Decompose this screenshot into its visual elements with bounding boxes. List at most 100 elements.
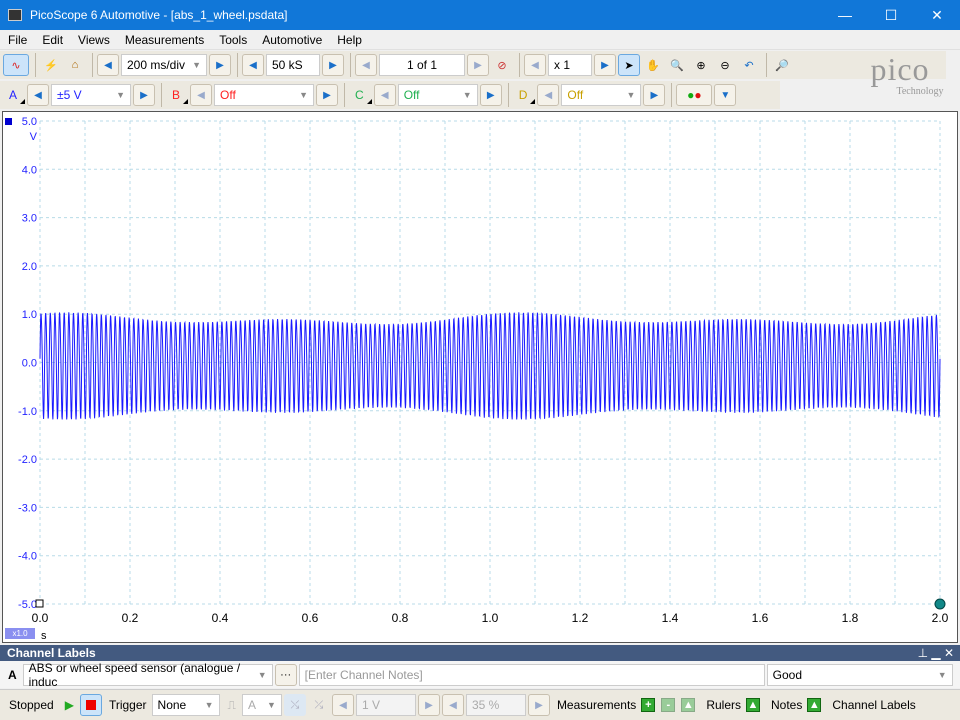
minimize-button[interactable]: — [822,0,868,30]
trigger-edge-icon[interactable]: ⎍ [228,698,236,713]
channel-notes-input[interactable]: [Enter Channel Notes] [298,663,765,686]
x-tick-label: 0.4 [212,611,229,625]
remove-measurement-button[interactable]: - [661,698,676,712]
channel-options-dropdown[interactable]: ▼ [714,84,737,106]
rulers-button[interactable]: ▲ [746,698,760,712]
samples-prev-button[interactable]: ◀ [242,54,264,76]
scope-mode-icon[interactable]: ∿ [3,54,29,76]
buffer-next-button[interactable]: ▶ [467,54,489,76]
channel-c-next-button[interactable]: ▶ [479,84,502,106]
zoom-next-button[interactable]: ▶ [594,54,616,76]
zoom-100-icon[interactable]: 🔎 [771,54,793,76]
channel-a-next-button[interactable]: ▶ [133,84,156,106]
menu-views[interactable]: Views [78,33,110,47]
threshold-next-button[interactable]: ▶ [417,694,440,716]
falling-edge-icon[interactable]: ⤰ [308,694,330,716]
timebase-next-button[interactable]: ▶ [209,54,231,76]
chevron-down-icon: ▼ [192,60,201,70]
close-button[interactable]: ✕ [914,0,960,30]
channel-b-prev-button[interactable]: ◀ [190,84,213,106]
channel-d-range-select[interactable]: Off ▼ [561,84,642,106]
quality-select[interactable]: Good ▼ [766,663,953,686]
channel-d-prev-button[interactable]: ◀ [537,84,560,106]
channel-notes-placeholder: [Enter Channel Notes] [304,667,423,682]
stop-button[interactable] [79,694,102,716]
more-button[interactable]: ··· [274,663,297,686]
buffer-field[interactable]: 1 of 1 [379,54,465,76]
undo-zoom-icon[interactable]: ↶ [738,54,760,76]
channel-b-button[interactable]: B [172,88,189,104]
y-tick-label: -5.0 [18,599,37,611]
maximize-button[interactable]: ☐ [868,0,914,30]
timebase-prev-button[interactable]: ◀ [97,54,119,76]
buffer-navigator-icon[interactable]: ⊘ [491,54,513,76]
x-tick-label: 1.6 [752,611,769,625]
zoom-in-icon[interactable]: ⊕ [690,54,712,76]
add-measurement-button[interactable]: + [641,698,656,712]
threshold-field[interactable]: 1 V [355,694,416,716]
hand-tool-icon[interactable]: ✋ [642,54,664,76]
x-tick-label: 0.8 [392,611,409,625]
run-icon[interactable]: ▶ [65,698,74,712]
channel-b-next-button[interactable]: ▶ [316,84,339,106]
threshold-value: 1 V [361,698,380,712]
samples-select[interactable]: 50 kS [266,54,320,76]
channel-c-range: Off [403,88,420,102]
window-title: PicoScope 6 Automotive - [abs_1_wheel.ps… [30,8,288,22]
panel-pin-close-icons[interactable]: ⊥ ▁ ✕ [918,645,954,661]
zoom-area-icon[interactable]: 🔍 [666,54,688,76]
channel-d-next-button[interactable]: ▶ [643,84,666,106]
menu-automotive[interactable]: Automotive [262,33,322,47]
y-tick-label: 1.0 [22,309,37,321]
menu-file[interactable]: File [8,33,27,47]
samples-next-button[interactable]: ▶ [322,54,344,76]
scope-view[interactable]: 5.0 4.0 3.0 2.0 1.0 0.0 -1.0 -2.0 -3.0 -4.0 -5.0 V 0… [2,111,958,643]
channel-a-button[interactable]: A [9,88,26,104]
channel-c-button[interactable]: C [355,88,372,104]
trigger-mode-select[interactable]: None ▼ [151,694,220,716]
channel-c-prev-button[interactable]: ◀ [373,84,396,106]
y-tick-label: 2.0 [22,261,37,273]
zoom-field[interactable]: x 1 [548,54,592,76]
waveform-chart[interactable]: 5.0 4.0 3.0 2.0 1.0 0.0 -1.0 -2.0 -3.0 -4.0 -5.0 V 0… [3,112,957,642]
x-tick-label: 1.0 [482,611,499,625]
channel-a-prev-button[interactable]: ◀ [27,84,50,106]
channel-d-button[interactable]: D [519,88,536,104]
edit-measurement-button[interactable]: ▲ [681,698,696,712]
home-icon[interactable]: ⌂ [64,54,86,76]
channel-letter: A [8,667,17,682]
rising-edge-icon[interactable]: ⤯ [283,694,306,716]
zoom-prev-button[interactable]: ◀ [524,54,546,76]
auto-setup-icon[interactable]: ⚡ [40,54,62,76]
menu-measurements[interactable]: Measurements [125,33,204,47]
pretrigger-field[interactable]: 35 % [465,694,526,716]
buffer-prev-button[interactable]: ◀ [355,54,377,76]
pretrigger-prev-button[interactable]: ◀ [441,694,464,716]
notes-button[interactable]: ▲ [807,698,822,712]
channel-label-select[interactable]: ABS or wheel speed sensor (analogue / in… [22,661,273,689]
x-tick-label: 1.8 [842,611,859,625]
x-tick-label: 0.0 [32,611,49,625]
x-tick-label: 0.2 [122,611,139,625]
y-tick-label: 4.0 [22,164,37,176]
channel-options-icon[interactable]: ● ● [676,84,713,106]
timebase-select[interactable]: 200 ms/div ▼ [121,54,207,76]
x-tick-label: 1.4 [662,611,679,625]
menu-edit[interactable]: Edit [42,33,63,47]
menu-tools[interactable]: Tools [219,33,247,47]
menu-help[interactable]: Help [337,33,362,47]
channel-b-range-select[interactable]: Off ▼ [214,84,315,106]
pretrigger-next-button[interactable]: ▶ [527,694,550,716]
chevron-down-icon: ▼ [937,669,947,680]
channel-d-range: Off [567,88,584,102]
chevron-down-icon: ▼ [626,90,636,100]
channel-a-range-select[interactable]: ±5 V ▼ [51,84,132,106]
threshold-prev-button[interactable]: ◀ [331,694,354,716]
channel-labels-title: Channel Labels [7,646,96,660]
trigger-channel-select[interactable]: A ▼ [241,694,282,716]
channel-labels-row: A ABS or wheel speed sensor (analogue / … [0,661,960,689]
pointer-tool-icon[interactable]: ➤ [618,54,640,76]
zoom-out-icon[interactable]: ⊖ [714,54,736,76]
channel-c-range-select[interactable]: Off ▼ [397,84,478,106]
y-tick-label: -3.0 [18,502,37,514]
